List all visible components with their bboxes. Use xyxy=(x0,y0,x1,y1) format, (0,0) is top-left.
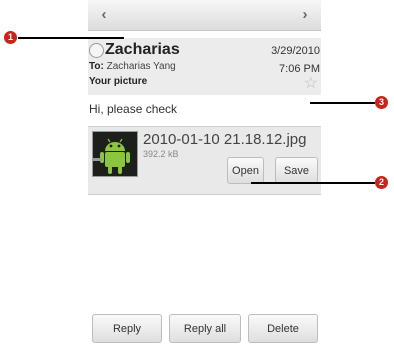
recipient-name: Zacharias Yang xyxy=(106,61,176,72)
email-screen: ‹ › Zacharias 3/29/2010 To: Zacharias Ya… xyxy=(88,0,321,345)
presence-radio-icon xyxy=(89,43,104,58)
message-nav-bar: ‹ › xyxy=(88,0,321,31)
callout-line-2 xyxy=(251,182,375,184)
reply-all-button[interactable]: Reply all xyxy=(169,314,241,343)
callout-badge-1: 1 xyxy=(4,31,17,44)
reply-button[interactable]: Reply xyxy=(92,314,162,343)
message-date: 3/29/2010 xyxy=(271,45,320,57)
next-message-arrow-icon[interactable]: › xyxy=(295,6,315,24)
save-attachment-button[interactable]: Save xyxy=(275,157,318,184)
to-label: To: xyxy=(89,61,104,72)
attachment-panel: 2010-01-10 21.18.12.jpg 392.2 kB Open Sa… xyxy=(88,126,321,195)
sender-name[interactable]: Zacharias xyxy=(105,41,180,59)
message-action-bar: Reply Reply all Delete xyxy=(88,307,321,345)
message-subject: Your picture xyxy=(89,76,148,87)
callout-badge-3: 3 xyxy=(375,96,388,109)
callout-badge-2: 2 xyxy=(375,176,388,189)
message-body: Hi, please check xyxy=(89,102,178,116)
message-time: 7:06 PM xyxy=(279,63,320,75)
delete-button[interactable]: Delete xyxy=(248,314,318,343)
callout-line-1 xyxy=(18,37,124,39)
android-robot-icon xyxy=(93,132,137,176)
callout-line-3 xyxy=(310,102,375,104)
recipient-line: To: Zacharias Yang xyxy=(89,61,176,72)
attachment-file-name: 2010-01-10 21.18.12.jpg xyxy=(143,131,307,148)
attachment-thumbnail[interactable] xyxy=(92,131,138,177)
open-attachment-button[interactable]: Open xyxy=(227,157,264,184)
favorite-star-icon[interactable]: ☆ xyxy=(304,76,318,92)
previous-message-arrow-icon[interactable]: ‹ xyxy=(94,6,114,24)
attachment-file-size: 392.2 kB xyxy=(143,149,179,159)
message-header: Zacharias 3/29/2010 To: Zacharias Yang 7… xyxy=(88,38,321,95)
